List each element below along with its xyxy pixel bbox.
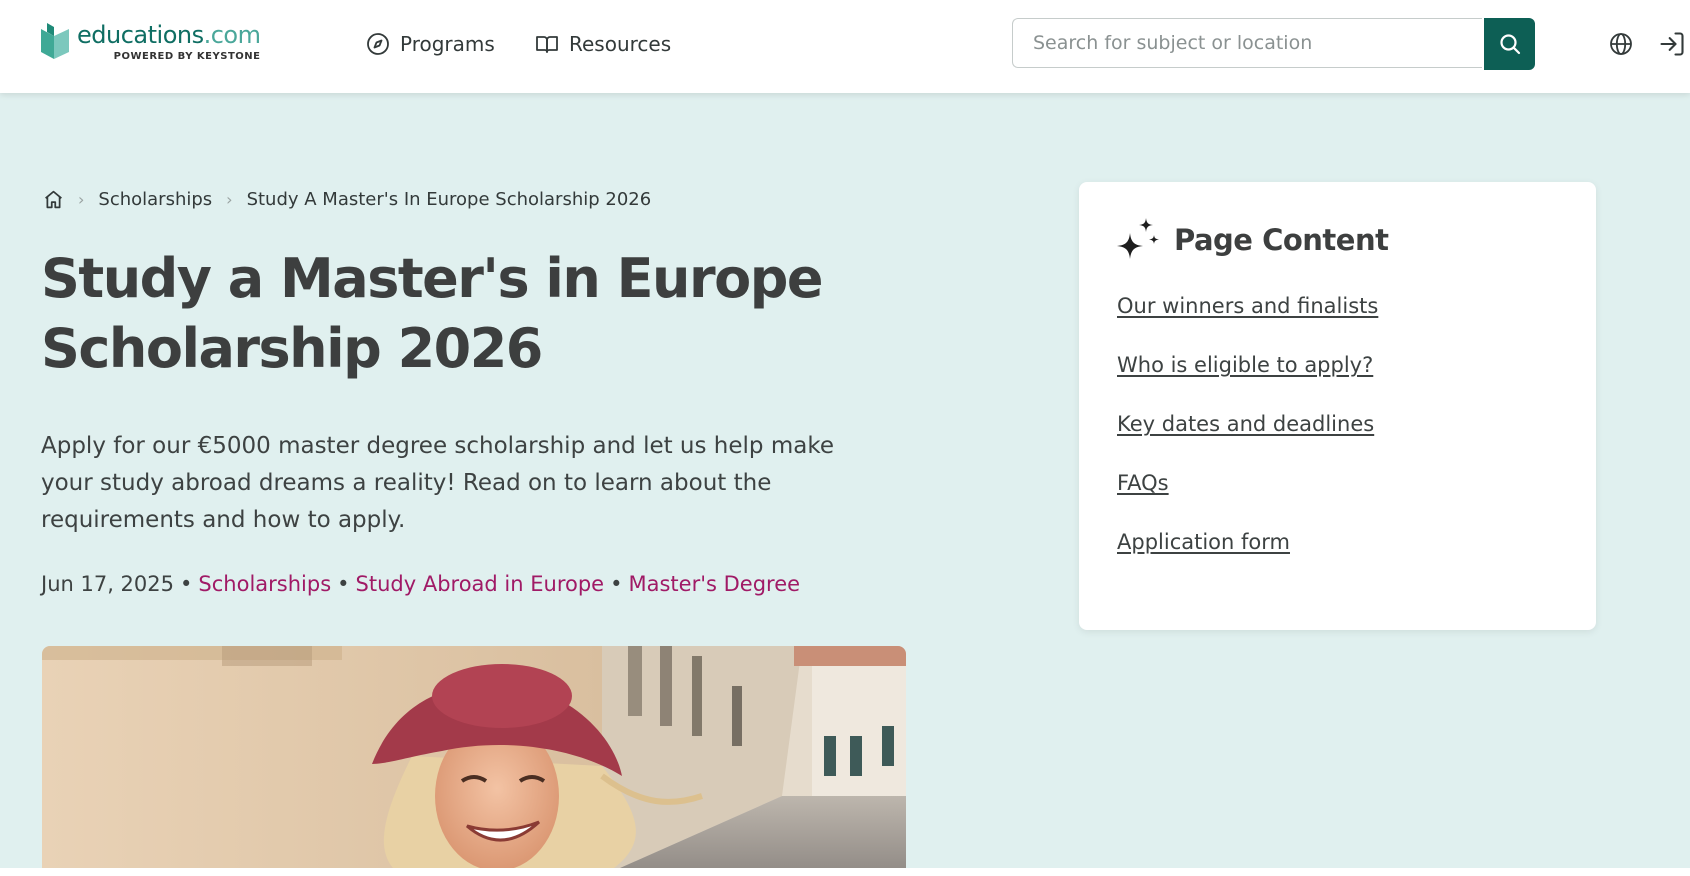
- hero-photo-illustration: [42, 646, 906, 876]
- logo-text: educations.com POWERED BY KEYSTONE: [77, 21, 261, 62]
- toc-item: FAQs: [1117, 471, 1378, 530]
- language-button[interactable]: [1607, 30, 1635, 58]
- search-icon: [1499, 34, 1520, 55]
- chevron-right-icon: ›: [226, 190, 233, 209]
- logo-word-tld: .com: [203, 21, 261, 49]
- toc-item: Who is eligible to apply?: [1117, 353, 1378, 412]
- tag-scholarships[interactable]: Scholarships: [198, 572, 331, 596]
- site-header: educations.com POWERED BY KEYSTONE Progr…: [0, 0, 1690, 93]
- nav-resources-label: Resources: [569, 32, 672, 56]
- tag-masters-degree[interactable]: Master's Degree: [629, 572, 801, 596]
- toc-link-faqs[interactable]: FAQs: [1117, 471, 1169, 495]
- page-divider: [0, 868, 1690, 876]
- login-button[interactable]: [1658, 30, 1686, 58]
- book-logo-icon: [41, 23, 69, 59]
- toc-link-key-dates[interactable]: Key dates and deadlines: [1117, 412, 1374, 436]
- nav-programs[interactable]: Programs: [366, 27, 495, 61]
- compass-icon: [367, 33, 389, 55]
- toc-list: Our winners and finalists Who is eligibl…: [1117, 294, 1378, 589]
- breadcrumb-item-scholarships[interactable]: Scholarships: [98, 189, 212, 210]
- tag-study-abroad-europe[interactable]: Study Abroad in Europe: [356, 572, 605, 596]
- toc-item: Our winners and finalists: [1117, 294, 1378, 353]
- hero-image: [42, 646, 906, 876]
- nav-programs-label: Programs: [400, 32, 495, 56]
- toc-link-winners[interactable]: Our winners and finalists: [1117, 294, 1378, 318]
- page-content-card: Page Content Our winners and finalists W…: [1079, 182, 1596, 630]
- toc-link-application-form[interactable]: Application form: [1117, 530, 1290, 554]
- meta-separator: •: [610, 572, 623, 596]
- site-logo[interactable]: educations.com POWERED BY KEYSTONE: [41, 21, 261, 62]
- toc-item: Key dates and deadlines: [1117, 412, 1378, 471]
- sparkles-icon: [1117, 218, 1159, 259]
- meta-separator: •: [180, 572, 193, 596]
- toc-header: Page Content: [1116, 218, 1389, 262]
- login-icon: [1660, 32, 1684, 56]
- chevron-right-icon: ›: [78, 190, 85, 209]
- intro-text: Apply for our €5000 master degree schola…: [41, 433, 834, 533]
- logo-wordmark: educations.com: [77, 21, 261, 49]
- logo-word-main: educations: [77, 21, 204, 49]
- page-title: Study a Master's in Europe Scholarship 2…: [41, 247, 824, 380]
- globe-icon: [1610, 33, 1632, 55]
- home-icon[interactable]: [43, 189, 64, 210]
- publish-date: Jun 17, 2025: [41, 572, 175, 596]
- search-button[interactable]: [1484, 18, 1535, 70]
- toc-link-eligibility[interactable]: Who is eligible to apply?: [1117, 353, 1373, 377]
- open-book-icon: [536, 36, 558, 53]
- breadcrumb: › Scholarships › Study A Master's In Eur…: [43, 189, 651, 210]
- toc-title: Page Content: [1174, 223, 1389, 257]
- nav-resources[interactable]: Resources: [535, 27, 671, 61]
- toc-item: Application form: [1117, 530, 1378, 589]
- meta-separator: •: [337, 572, 350, 596]
- article-meta: Jun 17, 2025 • Scholarships • Study Abroad i…: [41, 572, 800, 596]
- logo-tagline: POWERED BY KEYSTONE: [113, 51, 261, 62]
- search-input[interactable]: [1012, 18, 1482, 68]
- breadcrumb-item-current: Study A Master's In Europe Scholarship 2…: [246, 189, 652, 210]
